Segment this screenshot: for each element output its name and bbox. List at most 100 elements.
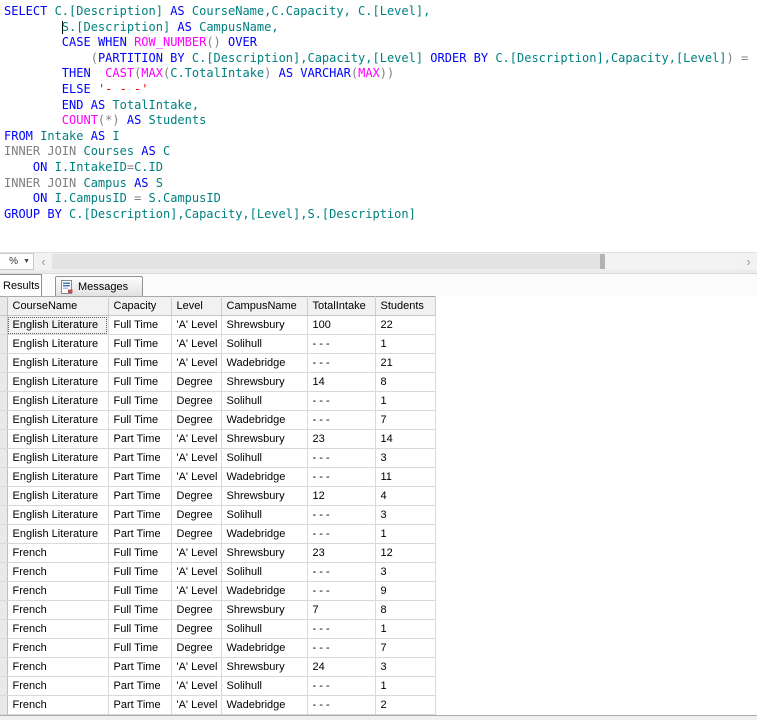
grid-cell[interactable]: Part Time <box>108 430 171 449</box>
grid-cell[interactable]: - - - <box>307 582 375 601</box>
grid-cell[interactable]: Shrewsbury <box>221 487 307 506</box>
grid-cell[interactable]: Degree <box>171 487 221 506</box>
grid-cell[interactable]: 21 <box>375 354 435 373</box>
grid-cell[interactable]: English Literature <box>7 506 108 525</box>
row-selector[interactable] <box>0 430 7 449</box>
grid-corner-cell[interactable] <box>0 297 7 316</box>
grid-cell[interactable]: French <box>7 696 108 715</box>
column-header[interactable]: CampusName <box>221 297 307 316</box>
grid-cell[interactable]: English Literature <box>7 430 108 449</box>
grid-cell[interactable]: 3 <box>375 658 435 677</box>
grid-cell[interactable]: French <box>7 563 108 582</box>
grid-cell[interactable]: - - - <box>307 354 375 373</box>
grid-cell[interactable]: 14 <box>307 373 375 392</box>
grid-cell[interactable]: English Literature <box>7 335 108 354</box>
grid-cell[interactable]: 12 <box>307 487 375 506</box>
grid-cell[interactable]: 1 <box>375 677 435 696</box>
grid-cell[interactable]: 'A' Level <box>171 544 221 563</box>
grid-cell[interactable]: - - - <box>307 468 375 487</box>
grid-cell[interactable]: Degree <box>171 411 221 430</box>
row-selector[interactable] <box>0 601 7 620</box>
grid-cell[interactable]: Full Time <box>108 563 171 582</box>
grid-cell[interactable]: Solihull <box>221 392 307 411</box>
grid-cell[interactable]: - - - <box>307 506 375 525</box>
grid-cell[interactable]: Wadebridge <box>221 468 307 487</box>
scrollbar-thumb[interactable] <box>52 254 601 269</box>
grid-cell[interactable]: Solihull <box>221 506 307 525</box>
grid-cell[interactable]: Shrewsbury <box>221 544 307 563</box>
grid-cell[interactable]: 'A' Level <box>171 696 221 715</box>
grid-cell[interactable]: 11 <box>375 468 435 487</box>
column-header[interactable]: CourseName <box>7 297 108 316</box>
grid-cell[interactable]: 7 <box>375 639 435 658</box>
grid-cell[interactable]: 9 <box>375 582 435 601</box>
grid-cell[interactable]: 12 <box>375 544 435 563</box>
grid-cell[interactable]: English Literature <box>7 468 108 487</box>
grid-cell[interactable]: Full Time <box>108 392 171 411</box>
grid-cell[interactable]: Degree <box>171 525 221 544</box>
grid-cell[interactable]: Full Time <box>108 601 171 620</box>
grid-cell[interactable]: 23 <box>307 544 375 563</box>
grid-cell[interactable]: French <box>7 677 108 696</box>
row-selector[interactable] <box>0 677 7 696</box>
grid-cell[interactable]: - - - <box>307 411 375 430</box>
grid-cell[interactable]: Solihull <box>221 677 307 696</box>
grid-cell[interactable]: Degree <box>171 639 221 658</box>
grid-cell[interactable]: Full Time <box>108 639 171 658</box>
grid-cell[interactable]: 8 <box>375 373 435 392</box>
row-selector[interactable] <box>0 639 7 658</box>
row-selector[interactable] <box>0 373 7 392</box>
grid-cell[interactable]: English Literature <box>7 392 108 411</box>
row-selector[interactable] <box>0 525 7 544</box>
row-selector[interactable] <box>0 392 7 411</box>
grid-cell[interactable]: French <box>7 639 108 658</box>
grid-cell[interactable]: Part Time <box>108 468 171 487</box>
row-selector[interactable] <box>0 411 7 430</box>
grid-cell[interactable]: Wadebridge <box>221 411 307 430</box>
grid-cell[interactable]: English Literature <box>7 354 108 373</box>
grid-cell[interactable]: Part Time <box>108 696 171 715</box>
grid-cell[interactable]: - - - <box>307 449 375 468</box>
grid-cell[interactable]: 2 <box>375 696 435 715</box>
grid-cell[interactable]: 7 <box>375 411 435 430</box>
grid-cell[interactable]: Part Time <box>108 677 171 696</box>
editor-zoom-dropdown[interactable]: % ▼ <box>0 253 34 270</box>
grid-cell[interactable]: Shrewsbury <box>221 601 307 620</box>
grid-cell[interactable]: - - - <box>307 525 375 544</box>
grid-cell[interactable]: 3 <box>375 506 435 525</box>
grid-cell[interactable]: Full Time <box>108 582 171 601</box>
grid-cell[interactable]: Shrewsbury <box>221 373 307 392</box>
grid-cell[interactable]: Solihull <box>221 335 307 354</box>
grid-cell[interactable]: Solihull <box>221 620 307 639</box>
grid-cell[interactable]: 'A' Level <box>171 316 221 335</box>
grid-cell[interactable]: Full Time <box>108 373 171 392</box>
grid-cell[interactable]: French <box>7 582 108 601</box>
row-selector[interactable] <box>0 658 7 677</box>
grid-cell[interactable]: Full Time <box>108 354 171 373</box>
grid-cell[interactable]: Shrewsbury <box>221 658 307 677</box>
grid-cell[interactable]: 'A' Level <box>171 449 221 468</box>
grid-cell[interactable]: English Literature <box>7 525 108 544</box>
grid-cell[interactable]: Wadebridge <box>221 639 307 658</box>
row-selector[interactable] <box>0 316 7 335</box>
grid-cell[interactable]: Wadebridge <box>221 525 307 544</box>
grid-cell[interactable]: French <box>7 658 108 677</box>
grid-cell[interactable]: 'A' Level <box>171 658 221 677</box>
tab-messages[interactable]: Messages <box>55 276 143 296</box>
grid-cell[interactable]: 'A' Level <box>171 335 221 354</box>
grid-cell[interactable]: English Literature <box>7 449 108 468</box>
row-selector[interactable] <box>0 449 7 468</box>
grid-cell[interactable]: English Literature <box>7 411 108 430</box>
grid-cell[interactable]: 3 <box>375 563 435 582</box>
grid-cell[interactable]: 'A' Level <box>171 430 221 449</box>
grid-cell[interactable]: 'A' Level <box>171 563 221 582</box>
grid-cell[interactable]: Full Time <box>108 620 171 639</box>
grid-cell[interactable]: Solihull <box>221 563 307 582</box>
grid-cell[interactable]: Wadebridge <box>221 354 307 373</box>
grid-cell[interactable]: 24 <box>307 658 375 677</box>
sql-editor[interactable]: SELECT C.[Description] AS CourseName,C.C… <box>0 0 757 252</box>
column-header[interactable]: Students <box>375 297 435 316</box>
grid-cell[interactable]: 'A' Level <box>171 354 221 373</box>
row-selector[interactable] <box>0 487 7 506</box>
grid-cell[interactable]: English Literature <box>7 373 108 392</box>
